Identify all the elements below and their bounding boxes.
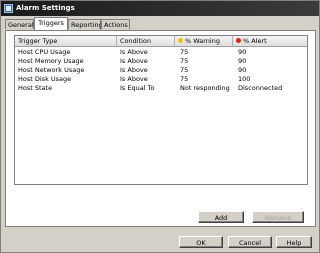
window-title: Alarm Settings	[16, 4, 75, 12]
cell-warning: 75	[180, 66, 189, 74]
cell-condition: Is Above	[120, 66, 148, 74]
triggers-table: Trigger Type Condition % Warning % Alert…	[14, 35, 308, 185]
cell-trigger-type: Host Memory Usage	[18, 57, 84, 65]
cell-trigger-type: Host Network Usage	[18, 66, 85, 74]
cell-condition: Is Equal To	[120, 84, 155, 92]
warning-header-label: % Warning	[185, 37, 220, 45]
alarm-settings-icon	[4, 4, 13, 13]
cell-alert: 100	[238, 75, 251, 83]
ok-button[interactable]: OK	[179, 236, 223, 248]
cell-condition: Is Above	[120, 57, 148, 65]
cell-warning: Not responding	[180, 84, 230, 92]
cell-alert: 90	[238, 48, 247, 56]
help-button[interactable]: Help	[276, 236, 312, 248]
cell-trigger-type: Host State	[18, 84, 53, 92]
alert-icon	[236, 37, 241, 43]
table-row[interactable]: Host Disk Usage Is Above 75 100	[15, 75, 307, 84]
table-row[interactable]: Host State Is Equal To Not responding Di…	[15, 84, 307, 93]
cell-condition: Is Above	[120, 48, 148, 56]
cancel-button[interactable]: Cancel	[228, 236, 272, 248]
cell-trigger-type: Host CPU Usage	[18, 48, 71, 56]
tab-triggers[interactable]: Triggers	[34, 17, 68, 30]
table-row[interactable]: Host Memory Usage Is Above 75 90	[15, 57, 307, 66]
column-header-alert[interactable]: % Alert	[233, 36, 307, 46]
tab-reporting[interactable]: Reporting	[68, 19, 103, 29]
alarm-settings-window: Alarm Settings General Triggers Reportin…	[0, 0, 320, 253]
table-row[interactable]: Host Network Usage Is Above 75 90	[15, 66, 307, 75]
add-button[interactable]: Add	[198, 211, 244, 223]
tab-general[interactable]: General	[5, 19, 34, 29]
cell-warning: 75	[180, 75, 189, 83]
alert-header-label: % Alert	[243, 37, 267, 45]
cell-alert: 90	[238, 66, 247, 74]
cell-alert: 90	[238, 57, 247, 65]
table-header: Trigger Type Condition % Warning % Alert	[15, 36, 307, 47]
triggers-panel: Trigger Type Condition % Warning % Alert…	[5, 30, 316, 227]
table-row[interactable]: Host CPU Usage Is Above 75 90	[15, 48, 307, 57]
tab-actions[interactable]: Actions	[101, 19, 130, 29]
title-bar: Alarm Settings	[1, 1, 319, 16]
cell-trigger-type: Host Disk Usage	[18, 75, 72, 83]
warning-icon	[178, 37, 183, 43]
cell-condition: Is Above	[120, 75, 148, 83]
cell-alert: Disconnected	[238, 84, 283, 92]
column-header-condition[interactable]: Condition	[117, 36, 175, 46]
cell-warning: 75	[180, 48, 189, 56]
remove-button[interactable]: Remove	[252, 211, 304, 223]
column-header-warning[interactable]: % Warning	[175, 36, 233, 46]
cell-warning: 75	[180, 57, 189, 65]
column-header-trigger-type[interactable]: Trigger Type	[15, 36, 117, 46]
